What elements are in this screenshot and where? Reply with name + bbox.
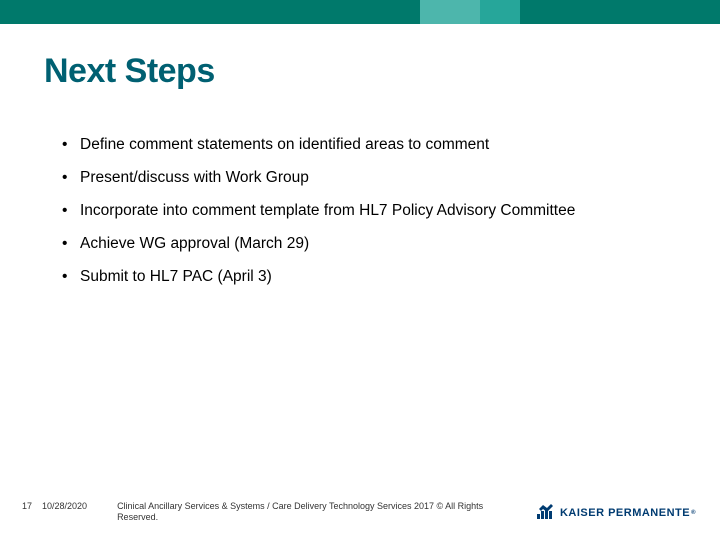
bullet-icon: • xyxy=(60,234,80,255)
bullet-list: • Define comment statements on identifie… xyxy=(60,135,680,300)
top-color-accent-1 xyxy=(420,0,480,24)
bullet-text: Incorporate into comment template from H… xyxy=(80,201,680,222)
kaiser-logo-text: KAISER PERMANENTE xyxy=(560,507,690,519)
page-number: 17 xyxy=(22,501,32,511)
bullet-text: Achieve WG approval (March 29) xyxy=(80,234,680,255)
list-item: • Submit to HL7 PAC (April 3) xyxy=(60,267,680,288)
bullet-icon: • xyxy=(60,201,80,222)
footer-date: 10/28/2020 xyxy=(42,501,87,511)
footer-copyright: Clinical Ancillary Services & Systems / … xyxy=(117,501,497,524)
top-color-accent-2 xyxy=(480,0,520,24)
list-item: • Achieve WG approval (March 29) xyxy=(60,234,680,255)
registered-icon: ® xyxy=(691,510,696,516)
bullet-text: Define comment statements on identified … xyxy=(80,135,680,156)
kaiser-logo: KAISER PERMANENTE ® xyxy=(536,503,696,522)
slide-title: Next Steps xyxy=(44,52,215,91)
bullet-icon: • xyxy=(60,168,80,189)
list-item: • Define comment statements on identifie… xyxy=(60,135,680,156)
list-item: • Present/discuss with Work Group xyxy=(60,168,680,189)
kaiser-logo-icon xyxy=(536,503,554,522)
list-item: • Incorporate into comment template from… xyxy=(60,201,680,222)
bullet-icon: • xyxy=(60,267,80,288)
bullet-text: Submit to HL7 PAC (April 3) xyxy=(80,267,680,288)
bullet-icon: • xyxy=(60,135,80,156)
top-color-bar xyxy=(0,0,720,24)
bullet-text: Present/discuss with Work Group xyxy=(80,168,680,189)
